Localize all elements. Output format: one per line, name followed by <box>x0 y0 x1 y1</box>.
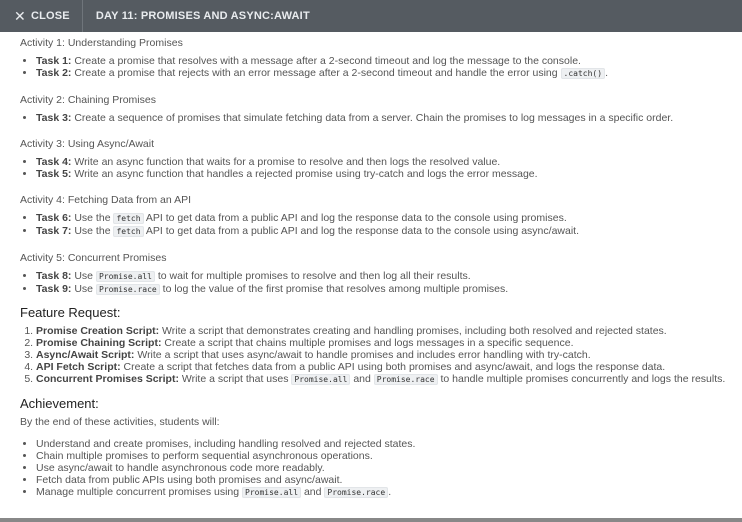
list-item: Manage multiple concurrent promises usin… <box>36 486 736 499</box>
task-item: Task 5: Write an async function that han… <box>36 168 736 180</box>
list-item: Fetch data from public APIs using both p… <box>36 474 736 486</box>
code-snippet: Promise.race <box>324 487 389 498</box>
list-item: Chain multiple promises to perform seque… <box>36 450 736 462</box>
task-item: Task 3: Create a sequence of promises th… <box>36 112 736 124</box>
list-item: Use async/await to handle asynchronous c… <box>36 462 736 474</box>
task-item: Task 6: Use the fetch API to get data fr… <box>36 212 736 225</box>
code-snippet: fetch <box>113 226 144 237</box>
activity-3-title: Activity 3: Using Async/Await <box>20 138 155 150</box>
activity-2-tasks: Task 3: Create a sequence of promises th… <box>20 112 736 124</box>
lesson-content: Activity 1: Understanding Promises Task … <box>20 32 736 499</box>
feature-request-heading: Feature Request: <box>20 305 121 320</box>
horizontal-scrollbar[interactable] <box>0 518 742 522</box>
task-item: Task 8: Use Promise.all to wait for mult… <box>36 270 736 283</box>
code-snippet: Promise.all <box>291 374 351 385</box>
code-snippet: .catch() <box>560 68 606 79</box>
list-item: Promise Chaining Script: Create a script… <box>36 337 736 349</box>
achievement-list: Understand and create promises, includin… <box>20 438 736 499</box>
task-item: Task 2: Create a promise that rejects wi… <box>36 67 736 80</box>
activity-5-title: Activity 5: Concurrent Promises <box>20 252 167 264</box>
task-item: Task 4: Write an async function that wai… <box>36 156 736 168</box>
task-item: Task 9: Use Promise.race to log the valu… <box>36 283 736 296</box>
activity-4-tasks: Task 6: Use the fetch API to get data fr… <box>20 212 736 238</box>
top-bar: ✕ CLOSE DAY 11: PROMISES AND ASYNC:AWAIT <box>0 0 742 32</box>
code-snippet: Promise.all <box>242 487 302 498</box>
feature-request-list: Promise Creation Script: Write a script … <box>20 325 736 386</box>
close-label: CLOSE <box>30 10 70 22</box>
activity-5-tasks: Task 8: Use Promise.all to wait for mult… <box>20 270 736 296</box>
activity-4-title: Activity 4: Fetching Data from an API <box>20 194 191 206</box>
activity-2-title: Activity 2: Chaining Promises <box>20 94 156 106</box>
task-item: Task 1: Create a promise that resolves w… <box>36 55 736 67</box>
achievement-heading: Achievement: <box>20 396 99 411</box>
code-snippet: Promise.race <box>373 374 438 385</box>
activity-1-tasks: Task 1: Create a promise that resolves w… <box>20 55 736 80</box>
list-item: Understand and create promises, includin… <box>36 438 736 450</box>
code-snippet: fetch <box>113 213 144 224</box>
page-title: DAY 11: PROMISES AND ASYNC:AWAIT <box>95 10 310 22</box>
task-item: Task 7: Use the fetch API to get data fr… <box>36 225 736 238</box>
achievement-intro: By the end of these activities, students… <box>20 416 220 428</box>
list-item: API Fetch Script: Create a script that f… <box>36 361 736 373</box>
code-snippet: Promise.race <box>95 284 160 295</box>
list-item: Promise Creation Script: Write a script … <box>36 325 736 337</box>
list-item: Concurrent Promises Script: Write a scri… <box>36 373 736 386</box>
activity-3-tasks: Task 4: Write an async function that wai… <box>20 156 736 180</box>
code-snippet: Promise.all <box>95 271 155 282</box>
activity-1-title: Activity 1: Understanding Promises <box>20 37 183 49</box>
list-item: Async/Await Script: Write a script that … <box>36 349 736 361</box>
close-button[interactable]: ✕ CLOSE <box>0 0 83 32</box>
close-icon: ✕ <box>14 8 26 24</box>
